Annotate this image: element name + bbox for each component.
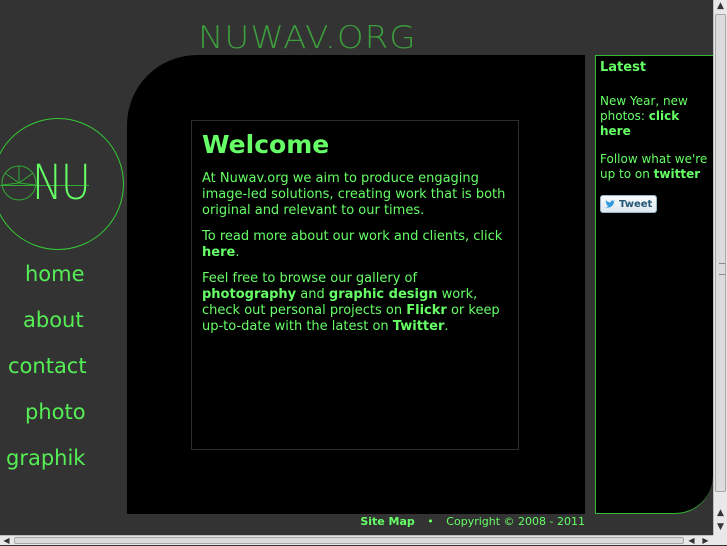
site-title[interactable]: NUWAV.ORG: [198, 20, 417, 57]
grip-icon: [719, 263, 725, 275]
about-text: To read more about our work and clients,…: [202, 229, 503, 244]
twitter-link[interactable]: Twitter: [393, 319, 445, 334]
here-link[interactable]: here: [202, 245, 235, 260]
bird-icon: [605, 199, 616, 208]
horizontal-scrollbar[interactable]: ◀ ◀ ▶: [0, 535, 713, 545]
welcome-heading: Welcome: [202, 130, 330, 159]
browse-text-e: .: [444, 319, 449, 334]
sitemap-link[interactable]: Site Map: [360, 515, 414, 528]
scroll-up-icon[interactable]: ▲: [714, 0, 727, 13]
graphic-design-link[interactable]: graphic design: [329, 287, 438, 302]
nav-home[interactable]: home: [25, 262, 85, 286]
footer-separator: •: [427, 515, 434, 528]
scroll-down-icon[interactable]: ▼: [714, 521, 727, 534]
logo-nu-text: NU: [32, 155, 91, 211]
nav-contact[interactable]: contact: [8, 354, 87, 378]
browse-text-a: Feel free to browse our gallery of: [202, 271, 418, 286]
browse-paragraph: Feel free to browse our gallery of photo…: [202, 271, 508, 335]
tweet-label: Tweet: [619, 198, 653, 210]
nav-photo[interactable]: photo: [25, 400, 86, 424]
copyright-text: Copyright © 2008 - 2011: [446, 515, 585, 528]
browse-text-b: and: [296, 287, 329, 302]
about-end: .: [235, 245, 240, 260]
footer: Site Map • Copyright © 2008 - 2011: [127, 515, 585, 535]
tweet-button[interactable]: Tweet: [600, 195, 658, 213]
nav-about[interactable]: about: [23, 308, 84, 332]
latest-heading: Latest: [600, 60, 647, 75]
latest-sidebar: Latest New Year, new photos: click here …: [595, 55, 713, 514]
about-paragraph: To read more about our work and clients,…: [202, 229, 508, 261]
vertical-scrollbar[interactable]: ▲ ▲ ▼: [713, 0, 727, 535]
sidebar-twitter-link[interactable]: twitter: [654, 167, 700, 181]
latest-item-twitter: Follow what we're up to on twitter: [600, 152, 709, 182]
circle-logo[interactable]: NU: [0, 118, 124, 250]
photography-link[interactable]: photography: [202, 287, 296, 302]
horizontal-scroll-thumb[interactable]: [14, 537, 684, 544]
vertical-scroll-thumb[interactable]: [715, 14, 726, 492]
scrollbar-corner: [713, 535, 727, 545]
nav-graphik[interactable]: graphik: [6, 446, 85, 470]
welcome-box: Welcome At Nuwav.org we aim to produce e…: [191, 120, 519, 450]
flickr-link[interactable]: Flickr: [406, 303, 447, 318]
intro-paragraph: At Nuwav.org we aim to produce engaging …: [202, 171, 506, 218]
scroll-up-icon-lower[interactable]: ▲: [714, 507, 727, 520]
latest-item-photos: New Year, new photos: click here: [600, 94, 709, 139]
